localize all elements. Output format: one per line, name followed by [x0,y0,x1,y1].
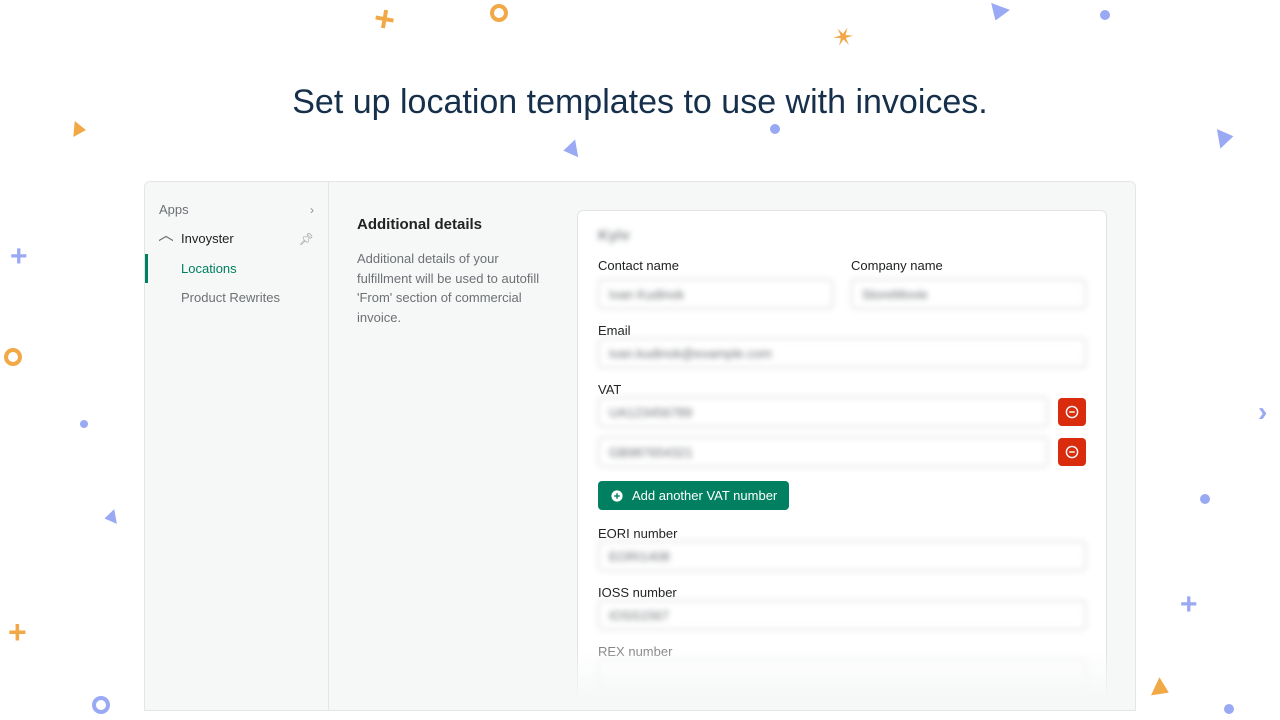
ring-decor-icon [4,348,22,366]
triangle-decor-icon [1217,126,1235,148]
chevron-decor-icon: › [1258,396,1267,428]
pin-icon[interactable]: 📌︎ [299,232,314,246]
eori-label: EORI number [598,526,677,541]
triangle-decor-icon [986,3,1010,24]
contact-input[interactable] [598,279,833,309]
content-area: Additional details Additional details of… [329,182,1135,710]
ring-decor-icon [92,696,110,714]
app-name-label: Invoyster [181,231,234,246]
rex-label: REX number [598,644,672,659]
add-vat-label: Add another VAT number [632,488,777,503]
dot-decor-icon [770,124,780,134]
page-title: Set up location templates to use with in… [0,83,1280,122]
vat-label: VAT [598,382,621,397]
plus-circle-icon [610,489,624,503]
app-window: Apps › Invoyster 📌︎ Locations Product Re… [144,181,1136,711]
sidebar: Apps › Invoyster 📌︎ Locations Product Re… [145,182,329,710]
ring-decor-icon [490,4,508,22]
sidebar-app-invoyster[interactable]: Invoyster 📌︎ [145,223,328,254]
delete-vat-button[interactable] [1058,398,1086,426]
plus-decor-icon: + [8,614,27,651]
star-decor-icon: ✶ [826,19,859,56]
section-intro: Additional details Additional details of… [357,210,577,327]
plus-decor-icon: + [1180,588,1198,622]
contact-label: Contact name [598,258,833,273]
triangle-decor-icon [103,509,117,526]
dot-decor-icon [1100,10,1110,20]
minus-circle-icon [1065,445,1079,459]
delete-vat-button[interactable] [1058,438,1086,466]
dot-decor-icon [1224,704,1234,714]
triangle-decor-icon [562,139,578,159]
add-vat-button[interactable]: Add another VAT number [598,481,789,510]
apps-label: Apps [159,202,189,217]
triangle-decor-icon [73,121,86,138]
vat-input-1[interactable] [598,397,1048,427]
email-input[interactable] [598,338,1086,368]
intro-description: Additional details of your fulfillment w… [357,249,557,327]
email-label: Email [598,323,631,338]
ioss-label: IOSS number [598,585,677,600]
plus-decor-icon: + [371,0,399,42]
plus-decor-icon: + [10,240,28,274]
app-logo-icon [159,232,173,246]
sidebar-item-locations[interactable]: Locations [145,254,328,283]
intro-heading: Additional details [357,216,557,233]
company-label: Company name [851,258,1086,273]
sidebar-item-product-rewrites[interactable]: Product Rewrites [145,283,328,312]
form-panel: Kyiv Contact name Company name Email VAT [577,210,1107,710]
company-input[interactable] [851,279,1086,309]
sidebar-apps-header[interactable]: Apps › [145,196,328,223]
minus-circle-icon [1065,405,1079,419]
eori-input[interactable] [598,541,1086,571]
dot-decor-icon [80,420,88,428]
ioss-input[interactable] [598,600,1086,630]
chevron-right-icon: › [310,203,314,217]
dot-decor-icon [1200,494,1210,504]
rex-input[interactable] [598,659,1086,689]
triangle-decor-icon [1151,677,1173,701]
location-name-heading: Kyiv [598,227,1086,244]
vat-input-2[interactable] [598,437,1048,467]
